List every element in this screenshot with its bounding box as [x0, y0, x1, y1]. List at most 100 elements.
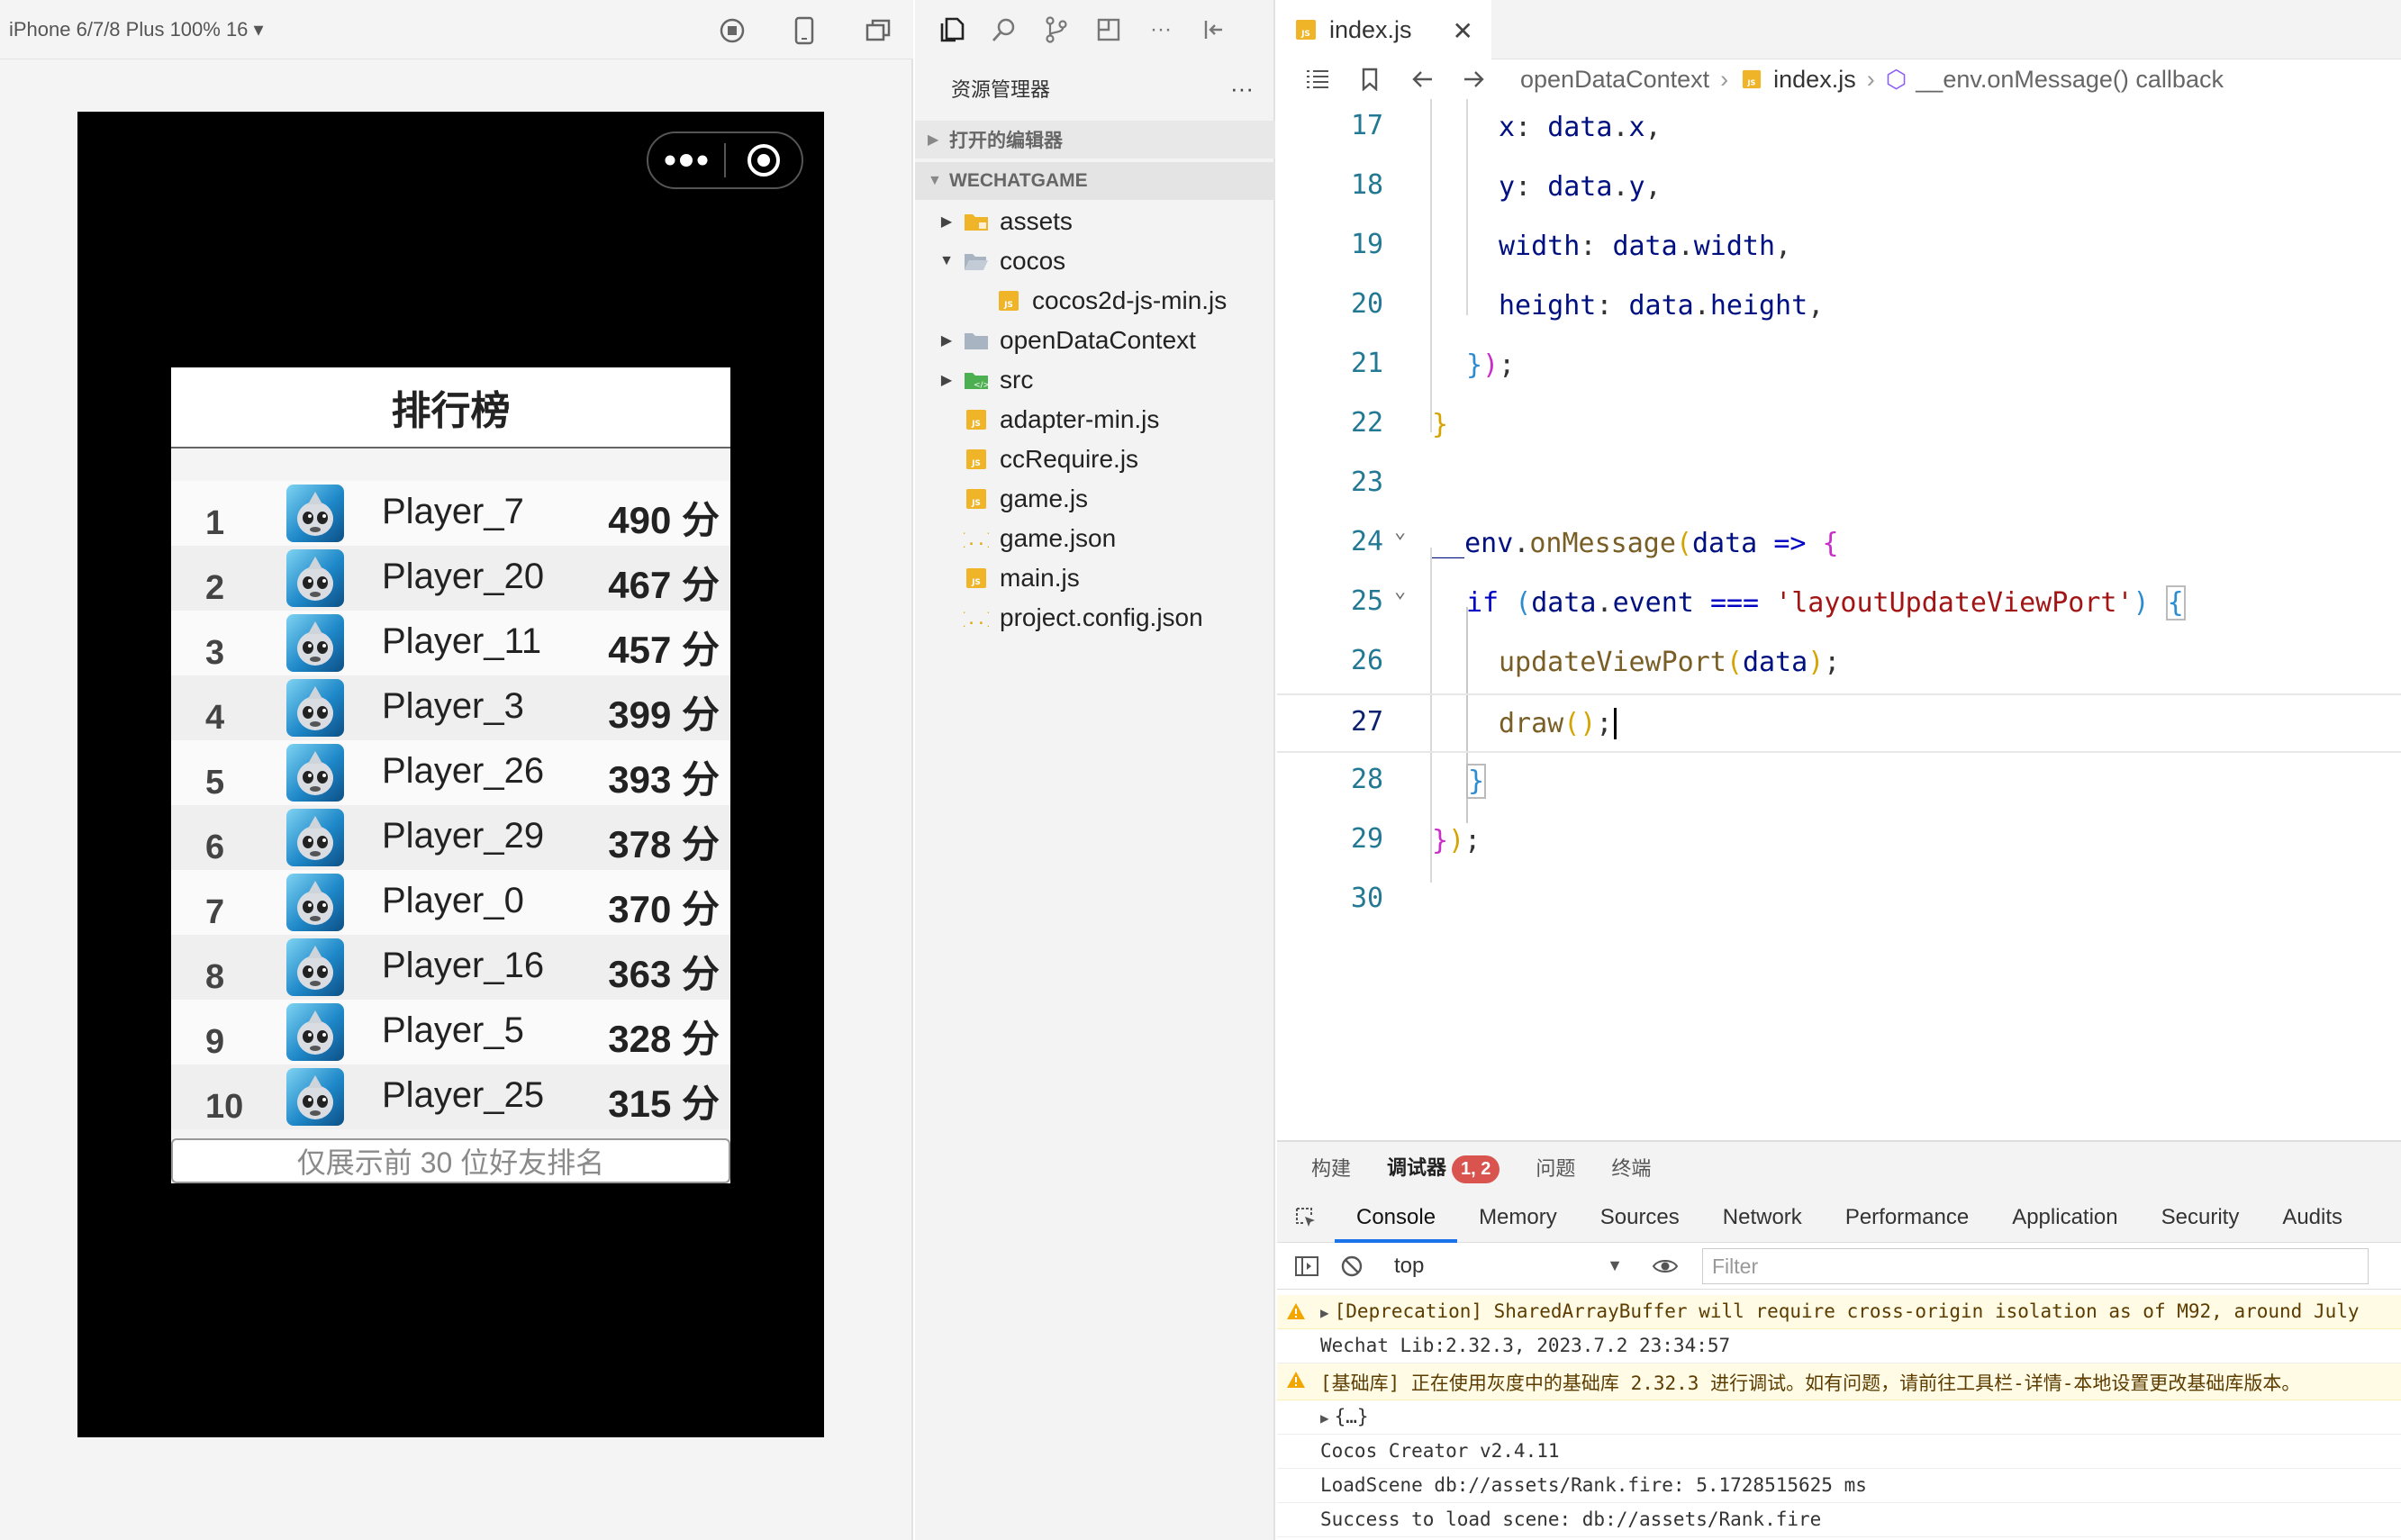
breadcrumb-folder[interactable]: openDataContext	[1520, 66, 1709, 94]
file-tree-item[interactable]: ▶ </> src	[915, 360, 1275, 400]
explorer-pane: ··· 资源管理器 ··· ▶ 打开的编辑器 ▼ WECHATGAME ▶ ass…	[915, 0, 1275, 1540]
project-section[interactable]: ▼ WECHATGAME	[915, 162, 1275, 200]
forward-arrow-icon[interactable]	[1448, 68, 1500, 90]
console-message: Success to load scene: db://assets/Rank.…	[1277, 1503, 2401, 1537]
breadcrumb-symbol[interactable]: __env.onMessage() callback	[1916, 66, 2224, 94]
tab-memory[interactable]: Memory	[1457, 1192, 1579, 1243]
line-number: 24	[1350, 526, 1384, 557]
collapse-panel-icon[interactable]	[1198, 14, 1228, 45]
code-text: updateViewPort(data);	[1499, 647, 1841, 678]
tab-debugger[interactable]: 调试器 1, 2	[1387, 1152, 1500, 1183]
code-line: 22 }	[1277, 396, 2401, 456]
source-control-icon[interactable]	[1041, 14, 1072, 45]
tab-problems[interactable]: 问题	[1536, 1153, 1575, 1182]
open-editors-section[interactable]: ▶ 打开的编辑器	[915, 121, 1275, 159]
file-tree-item[interactable]: {..} game.json	[915, 519, 1275, 558]
fold-chevron-icon[interactable]: ⌄	[1394, 580, 1406, 602]
file-tree-item[interactable]: JS cocos2d-js-min.js	[915, 281, 1275, 321]
bookmark-icon[interactable]	[1344, 68, 1396, 91]
extensions-icon[interactable]	[1093, 14, 1124, 45]
warning-icon	[1286, 1371, 1306, 1393]
filter-input[interactable]: Filter	[1702, 1247, 2369, 1284]
fold-chevron-icon[interactable]: ⌄	[1394, 521, 1406, 543]
eye-icon[interactable]	[1643, 1256, 1688, 1276]
close-target-icon[interactable]	[726, 142, 802, 178]
svg-text:JS: JS	[971, 420, 981, 429]
chevron-down-icon: ▼	[939, 253, 954, 268]
code-line: 26 updateViewPort(data);	[1277, 634, 2401, 693]
expand-triangle-icon[interactable]: ▶	[1320, 1409, 1329, 1427]
tab-terminal[interactable]: 终端	[1611, 1153, 1651, 1182]
line-number: 21	[1350, 348, 1384, 379]
tab-sources[interactable]: Sources	[1579, 1192, 1701, 1243]
player-score: 490 分	[608, 499, 720, 541]
search-icon[interactable]	[989, 14, 1019, 45]
file-tree-label: openDataContext	[1000, 326, 1196, 354]
close-icon[interactable]: ✕	[1453, 16, 1473, 46]
tab-network[interactable]: Network	[1701, 1192, 1824, 1243]
player-score: 370 分	[608, 888, 720, 930]
file-tree-item[interactable]: JS main.js	[915, 558, 1275, 598]
file-tree-item[interactable]: JS game.js	[915, 479, 1275, 519]
rank-number: 3	[205, 634, 225, 672]
outline-list-icon[interactable]	[1291, 68, 1344, 90]
code-text: x: data.x,	[1499, 112, 1662, 143]
phone-icon[interactable]	[789, 15, 820, 46]
file-tree-item[interactable]: {..} project.config.json	[915, 598, 1275, 638]
console-output: ▶ [Deprecation] SharedArrayBuffer will re…	[1277, 1295, 2401, 1537]
back-arrow-icon[interactable]	[1396, 68, 1448, 90]
avatar	[286, 1003, 344, 1061]
tab-index-js[interactable]: JS index.js ✕	[1277, 0, 1491, 59]
file-tree-item[interactable]: JS adapter-min.js	[915, 400, 1275, 439]
code-editor[interactable]: 17 x: data.x, 18 y: data.y, 19 width: da…	[1277, 99, 2401, 1140]
tab-build[interactable]: 构建	[1311, 1153, 1351, 1182]
code-text: }	[1432, 409, 1449, 440]
code-line: 17 x: data.x,	[1277, 99, 2401, 159]
inspect-element-icon[interactable]	[1277, 1192, 1335, 1243]
leaderboard-row: 6 Player_29 378 分	[171, 805, 730, 870]
player-name: Player_7	[382, 492, 524, 531]
stop-icon[interactable]	[717, 15, 747, 46]
sidebar-toggle-icon[interactable]	[1284, 1255, 1329, 1277]
explorer-more-button[interactable]: ···	[1230, 75, 1254, 103]
clear-console-icon[interactable]	[1329, 1255, 1374, 1278]
context-select[interactable]: top ▼	[1382, 1248, 1635, 1284]
console-warning[interactable]: ▶ [Deprecation] SharedArrayBuffer will re…	[1277, 1295, 2401, 1329]
more-dots-icon[interactable]	[648, 154, 724, 167]
tab-performance[interactable]: Performance	[1824, 1192, 1990, 1243]
explorer-header: 资源管理器 ···	[915, 59, 1275, 117]
file-tree-item[interactable]: JS ccRequire.js	[915, 439, 1275, 479]
rank-number: 9	[205, 1023, 225, 1061]
tab-security[interactable]: Security	[2140, 1192, 2261, 1243]
tab-console[interactable]: Console	[1335, 1192, 1458, 1243]
project-label: WECHATGAME	[949, 170, 1088, 191]
js-file-icon: JS	[964, 408, 989, 431]
file-tree-item[interactable]: ▼ cocos	[915, 241, 1275, 281]
console-text: [基础库] 正在使用灰度中的基础库 2.32.3 进行调试。如有问题，请前往工具…	[1320, 1372, 2301, 1394]
js-file-icon: JS	[996, 289, 1021, 313]
rank-number: 6	[205, 829, 225, 866]
device-selector[interactable]: iPhone 6/7/8 Plus 100% 16 ▾	[9, 18, 264, 41]
chevron-right-icon: ▶	[940, 333, 953, 349]
player-name: Player_25	[382, 1075, 545, 1115]
svg-text:{..}: {..}	[964, 530, 989, 549]
dropdown-arrow-icon: ▼	[1607, 1256, 1623, 1274]
files-icon[interactable]	[937, 14, 967, 45]
js-file-icon: JS	[1739, 68, 1764, 91]
editor-pane: JS index.js ✕ openDataContext › JS index…	[1277, 0, 2401, 1140]
avatar	[286, 744, 344, 802]
file-tree-item[interactable]: ▶ openDataContext	[915, 321, 1275, 360]
console-message[interactable]: ▶ {…}	[1277, 1400, 2401, 1435]
file-tree-item[interactable]: ▶ assets	[915, 202, 1275, 241]
breadcrumb-file[interactable]: index.js	[1773, 66, 1856, 94]
leaderboard-row: 9 Player_5 328 分	[171, 1000, 730, 1064]
expand-triangle-icon[interactable]: ▶	[1320, 1304, 1329, 1321]
svg-text:JS: JS	[971, 499, 981, 508]
svg-text:JS: JS	[971, 578, 981, 587]
window-icon[interactable]	[863, 15, 893, 46]
player-name: Player_16	[382, 946, 545, 985]
tab-audits[interactable]: Audits	[2261, 1192, 2364, 1243]
leaderboard-row: 2 Player_20 467 分	[171, 546, 730, 611]
more-icon[interactable]: ···	[1146, 14, 1176, 45]
tab-application[interactable]: Application	[1990, 1192, 2139, 1243]
